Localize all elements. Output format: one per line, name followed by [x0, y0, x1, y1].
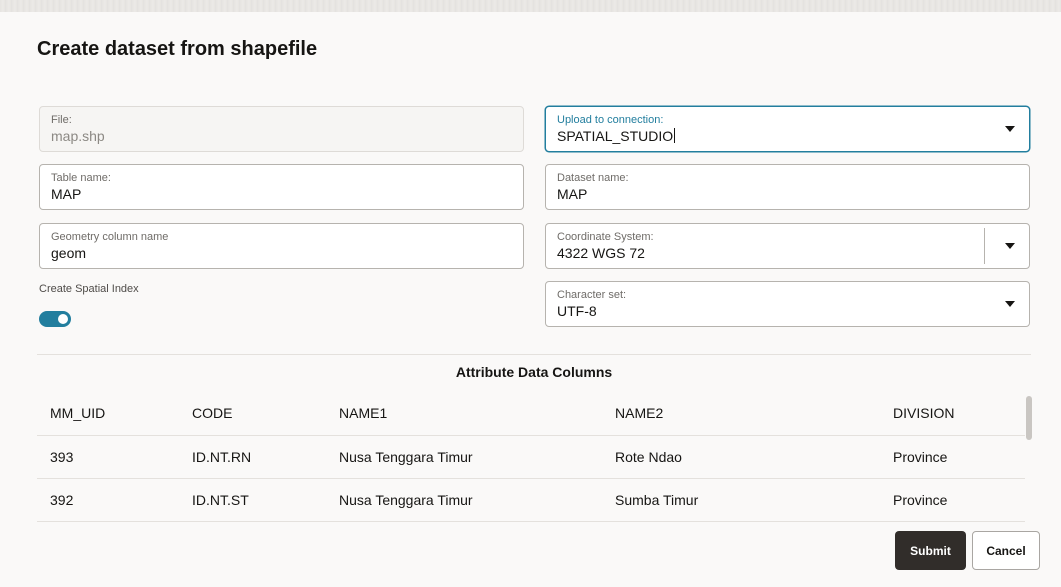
attribute-table: MM_UID CODE NAME1 NAME2 DIVISION 393 ID.… — [37, 390, 1025, 522]
character-set-value[interactable]: UTF-8 — [557, 303, 597, 319]
table-cell: Nusa Tenggara Timur — [339, 492, 473, 508]
connection-select[interactable]: Upload to connection: SPATIAL_STUDIO — [545, 106, 1030, 152]
geometry-column-label: Geometry column name — [51, 231, 169, 243]
toggle-knob — [58, 314, 68, 324]
table-cell: ID.NT.ST — [192, 492, 249, 508]
column-header[interactable]: NAME2 — [615, 390, 663, 435]
dataset-name-label: Dataset name: — [557, 172, 629, 184]
spatial-index-toggle[interactable] — [39, 311, 71, 327]
file-field-label: File: — [51, 114, 72, 126]
column-header[interactable]: CODE — [192, 390, 232, 435]
coordinate-system-label: Coordinate System: — [557, 231, 654, 243]
table-row[interactable]: 392 ID.NT.ST Nusa Tenggara Timur Sumba T… — [37, 479, 1025, 522]
dialog-title: Create dataset from shapefile — [37, 38, 318, 60]
character-set-select[interactable]: Character set: UTF-8 — [545, 281, 1030, 327]
table-cell: ID.NT.RN — [192, 449, 252, 465]
table-header-row: MM_UID CODE NAME1 NAME2 DIVISION — [37, 390, 1025, 436]
table-cell: Province — [893, 492, 948, 508]
table-cell: Rote Ndao — [615, 449, 682, 465]
character-set-label: Character set: — [557, 289, 627, 301]
chevron-down-icon[interactable] — [1005, 243, 1015, 249]
connection-select-label: Upload to connection: — [557, 114, 664, 126]
table-row[interactable]: 393 ID.NT.RN Nusa Tenggara Timur Rote Nd… — [37, 436, 1025, 479]
column-header[interactable]: MM_UID — [50, 390, 105, 435]
table-cell: 392 — [50, 492, 74, 508]
column-header[interactable]: DIVISION — [893, 390, 954, 435]
section-divider — [37, 354, 1031, 355]
coordinate-system-value[interactable]: 4322 WGS 72 — [557, 245, 645, 261]
dataset-name-input[interactable]: Dataset name: MAP — [545, 164, 1030, 210]
column-header[interactable]: NAME1 — [339, 390, 387, 435]
spatial-index-label: Create Spatial Index — [39, 283, 139, 295]
chevron-down-icon[interactable] — [1005, 301, 1015, 307]
table-name-input[interactable]: Table name: MAP — [39, 164, 524, 210]
table-cell: 393 — [50, 449, 74, 465]
geometry-column-input[interactable]: Geometry column name geom — [39, 223, 524, 269]
geometry-column-value[interactable]: geom — [51, 245, 86, 261]
submit-button[interactable]: Submit — [895, 531, 966, 570]
table-cell: Nusa Tenggara Timur — [339, 449, 473, 465]
dataset-name-value[interactable]: MAP — [557, 186, 587, 202]
table-name-value[interactable]: MAP — [51, 186, 81, 202]
text-cursor — [674, 128, 676, 143]
table-cell: Sumba Timur — [615, 492, 699, 508]
file-field: File: map.shp — [39, 106, 524, 152]
attribute-columns-title: Attribute Data Columns — [455, 364, 613, 380]
chevron-down-icon[interactable] — [1005, 126, 1015, 132]
table-scrollbar[interactable] — [1026, 396, 1032, 440]
connection-select-value[interactable]: SPATIAL_STUDIO — [557, 128, 676, 144]
coordinate-system-select[interactable]: Coordinate System: 4322 WGS 72 — [545, 223, 1030, 269]
window-top-strip — [0, 0, 1061, 12]
table-name-label: Table name: — [51, 172, 111, 184]
table-cell: Province — [893, 449, 948, 465]
dropdown-separator — [984, 228, 985, 264]
cancel-button[interactable]: Cancel — [972, 531, 1040, 570]
file-field-value: map.shp — [51, 128, 105, 144]
